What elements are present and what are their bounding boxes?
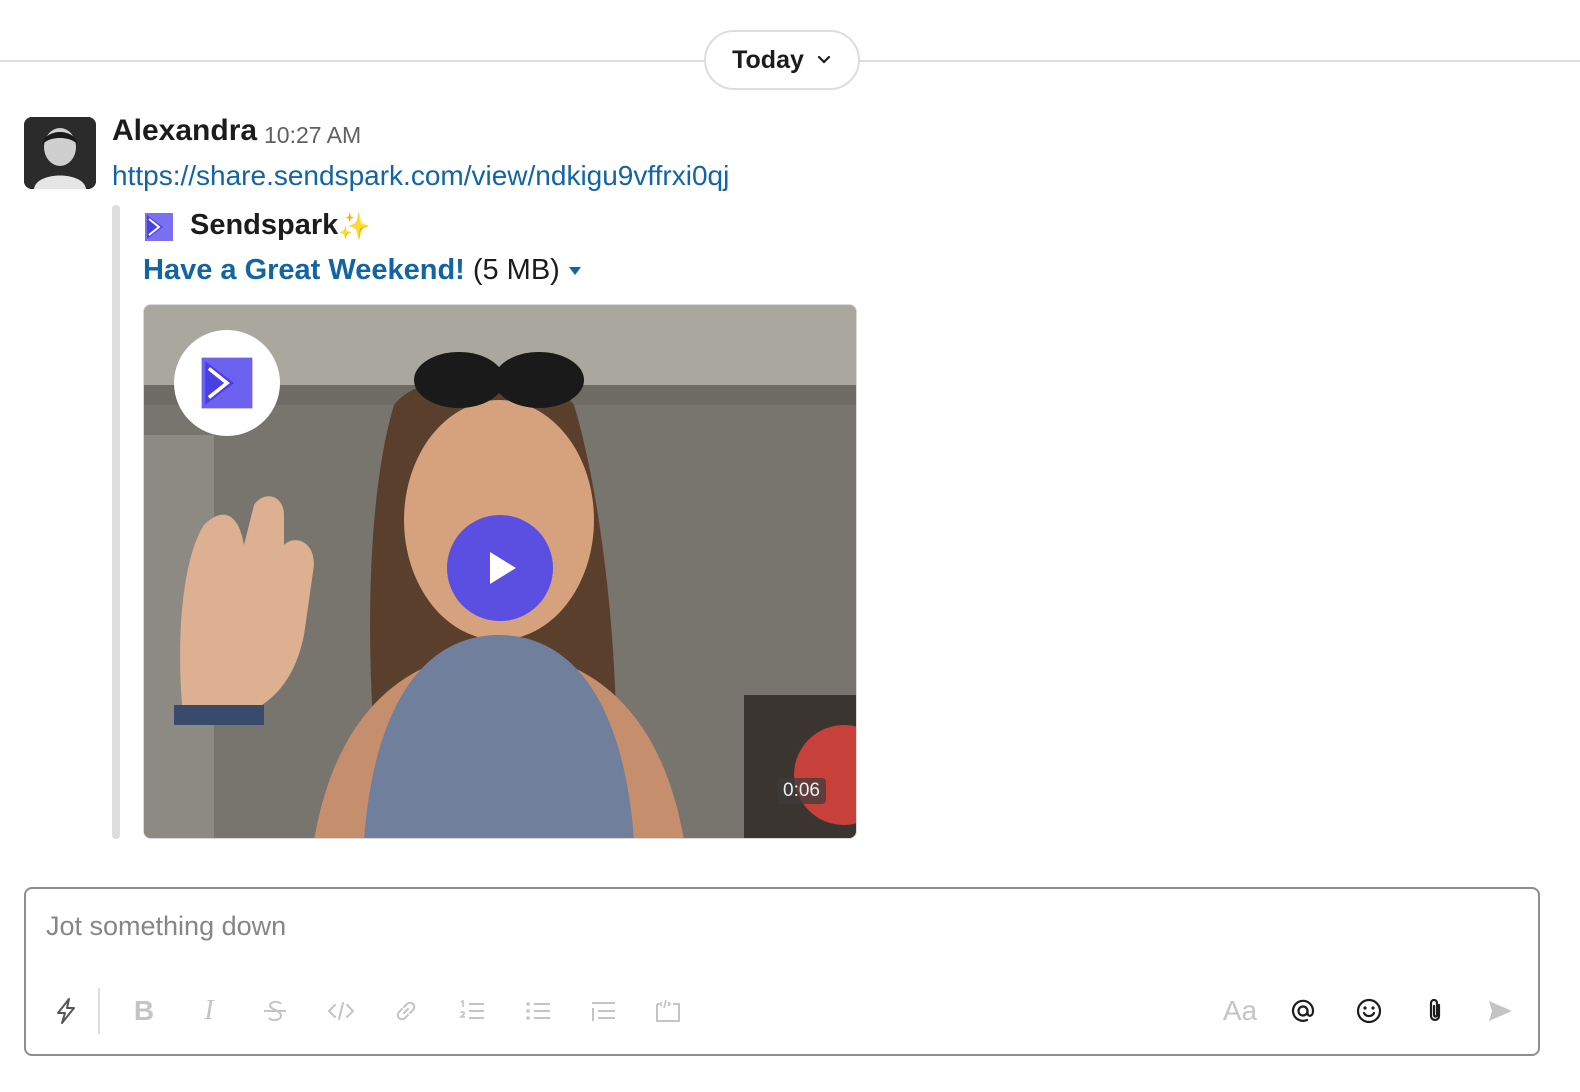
message-timestamp[interactable]: 10:27 AM	[264, 122, 361, 149]
composer-toolbar: B I Aa	[26, 986, 1538, 1036]
video-preview[interactable]: 0:06	[143, 304, 857, 839]
attachment-bar	[112, 205, 120, 839]
play-icon	[490, 552, 516, 584]
ordered-list-icon	[459, 999, 484, 1019]
attachment-brand: Sendspark	[190, 209, 339, 241]
video-duration: 0:06	[777, 778, 826, 804]
sendspark-logo-icon	[201, 357, 253, 409]
blockquote-icon	[592, 1002, 615, 1021]
code-block-button[interactable]	[648, 986, 688, 1036]
attachment-file-row: Have a Great Weekend! (5 MB)	[143, 254, 582, 287]
paperclip-icon	[1429, 998, 1441, 1022]
lightning-icon	[57, 998, 75, 1024]
send-button[interactable]	[1480, 986, 1520, 1036]
shortcuts-button[interactable]	[46, 986, 86, 1036]
formatting-icon: Aa	[1222, 995, 1258, 1026]
bold-button[interactable]: B	[124, 986, 164, 1036]
code-block-icon	[656, 999, 680, 1022]
sender-name[interactable]: Alexandra	[112, 114, 257, 148]
attach-file-button[interactable]	[1415, 986, 1455, 1036]
send-icon	[1489, 1001, 1512, 1021]
smiley-icon	[1356, 998, 1382, 1024]
play-button[interactable]	[447, 515, 553, 621]
toolbar-separator	[98, 988, 100, 1034]
message-input[interactable]	[46, 911, 1506, 942]
avatar[interactable]	[24, 117, 96, 189]
emoji-button[interactable]	[1349, 986, 1389, 1036]
avatar-photo	[24, 117, 96, 189]
link-icon	[396, 1001, 416, 1021]
date-label: Today	[732, 45, 804, 74]
formatting-toggle-button[interactable]: Aa	[1220, 986, 1260, 1036]
at-sign-icon	[1291, 999, 1315, 1022]
chevron-down-icon	[817, 55, 830, 64]
date-dropdown-button[interactable]: Today	[704, 30, 860, 90]
blockquote-button[interactable]	[583, 986, 623, 1036]
strikethrough-icon	[264, 1000, 286, 1022]
file-title-link[interactable]: Have a Great Weekend!	[143, 254, 465, 287]
bold-icon: B	[133, 995, 155, 1026]
bulleted-list-icon	[526, 1002, 550, 1020]
italic-button[interactable]: I	[189, 986, 229, 1036]
mention-button[interactable]	[1283, 986, 1323, 1036]
video-brand-badge	[174, 330, 280, 436]
italic-icon: I	[204, 995, 214, 1026]
link-button[interactable]	[386, 986, 426, 1036]
code-button[interactable]	[321, 986, 361, 1036]
sendspark-logo-icon	[145, 213, 173, 241]
file-size: (5 MB)	[472, 254, 560, 286]
code-icon	[327, 1002, 355, 1020]
ordered-list-button[interactable]	[452, 986, 492, 1036]
message-link[interactable]: https://share.sendspark.com/view/ndkigu9…	[112, 160, 729, 192]
caret-down-icon[interactable]	[568, 266, 582, 276]
strikethrough-button[interactable]	[255, 986, 295, 1036]
sparkles-emoji: ✨	[338, 211, 371, 241]
message-composer[interactable]: B I Aa	[24, 887, 1540, 1056]
bulleted-list-button[interactable]	[518, 986, 558, 1036]
